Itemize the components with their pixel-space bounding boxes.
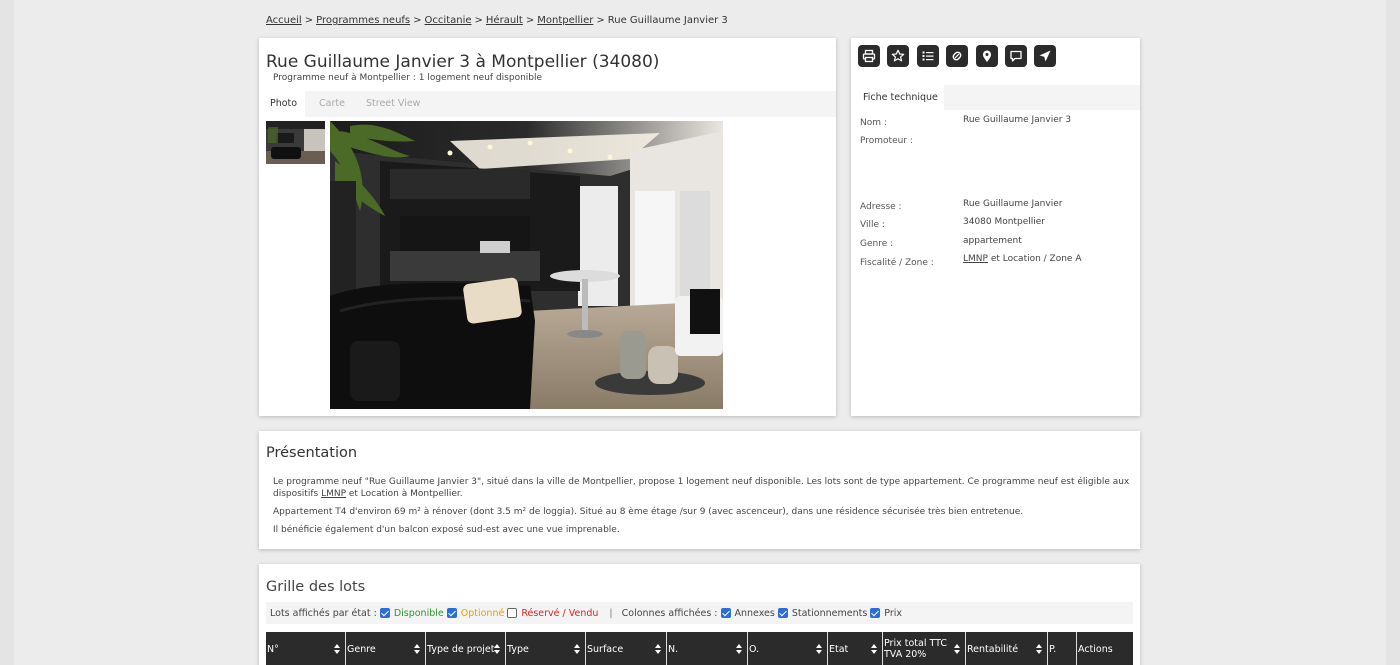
print-icon [862,49,876,63]
label-genre: Genre : [860,239,894,249]
presentation-title: Présentation [266,445,358,461]
main-photo[interactable] [330,121,723,409]
tab-street-view[interactable]: Street View [366,91,420,117]
presentation-lmnp-link[interactable]: LMNP [321,489,346,499]
label-promoteur: Promoteur : [860,136,913,146]
lmnp-link[interactable]: LMNP [963,254,988,264]
breadcrumb-occitanie[interactable]: Occitanie [425,15,472,26]
sort-icon [954,644,960,654]
label-prix: Prix [884,607,903,619]
filter-label: Lots affichés par état : [270,607,377,619]
presentation-section: Présentation Le programme neuf "Rue Guil… [259,431,1140,549]
side-panel: Fiche technique Nom : Rue Guillaume Janv… [851,38,1140,416]
label-stationnements: Stationnements [791,607,868,619]
value-fiscalite: LMNP et Location / Zone A [963,254,1082,264]
column-header-type[interactable]: Type [506,632,586,665]
map-pin-icon [983,50,991,62]
column-header-p[interactable]: P. [1048,632,1077,665]
label-adresse: Adresse : [860,202,902,212]
lots-table-header: N° Genre Type de projet Type Surface N. … [266,632,1133,665]
page-title: Rue Guillaume Janvier 3 à Montpellier (3… [266,52,660,72]
filter-bar: Lots affichés par état : Disponible Opti… [266,602,1133,624]
list-icon [922,51,934,61]
page-subtitle: Programme neuf à Montpellier : 1 logemen… [273,73,543,83]
comment-button[interactable] [1005,45,1027,67]
star-icon [891,49,905,62]
sort-icon [334,644,340,654]
checkbox-disponible[interactable] [379,608,390,618]
divider: | [609,607,613,619]
sort-icon [574,644,580,654]
lots-grid-section: Grille des lots Lots affichés par état :… [259,564,1140,665]
breadcrumb-montpellier[interactable]: Montpellier [537,15,593,26]
value-adresse: Rue Guillaume Janvier [963,199,1063,209]
sort-icon [871,644,877,654]
right-edge [1386,0,1400,665]
column-header-niveau[interactable]: N. [667,632,748,665]
left-edge [0,0,14,665]
label-disponible: Disponible [393,607,444,619]
column-header-prix-total[interactable]: Prix total TTC TVA 20% [883,632,966,665]
tab-carte[interactable]: Carte [319,91,345,117]
label-reserve: Réservé / Vendu [521,607,599,619]
side-tabs: Fiche technique [851,85,1140,110]
list-button[interactable] [917,45,939,67]
sort-icon [1036,644,1042,654]
tab-fiche-technique[interactable]: Fiche technique [851,85,944,110]
program-card: Rue Guillaume Janvier 3 à Montpellier (3… [259,38,836,416]
photo-thumbnail[interactable] [266,121,325,164]
checkbox-optionne[interactable] [446,608,457,618]
checkbox-prix[interactable] [870,608,881,618]
grid-title: Grille des lots [266,579,366,595]
breadcrumb-current: Rue Guillaume Janvier 3 [607,15,728,26]
checkbox-annexes[interactable] [720,608,731,618]
attachment-button[interactable] [946,45,968,67]
label-ville: Ville : [860,220,885,230]
value-nom: Rue Guillaume Janvier 3 [963,115,1072,125]
checkbox-stationnements[interactable] [777,608,788,618]
attachment-icon [952,51,962,61]
breadcrumb-herault[interactable]: Hérault [486,15,523,26]
print-button[interactable] [858,45,880,67]
sort-icon [494,644,500,654]
column-header-numero[interactable]: N° [266,632,346,665]
label-optionne: Optionné [460,607,505,619]
label-fiscalite: Fiscalité / Zone : [860,258,934,268]
presentation-body: Le programme neuf "Rue Guillaume Janvier… [273,476,1133,542]
column-header-type-projet[interactable]: Type de projet [426,632,506,665]
column-header-orientation[interactable]: O. [748,632,828,665]
favorite-button[interactable] [887,45,909,67]
sort-icon [816,644,822,654]
label-annexes: Annexes [734,607,775,619]
column-header-genre[interactable]: Genre [346,632,426,665]
breadcrumb-accueil[interactable]: Accueil [266,15,302,26]
sort-icon [414,644,420,654]
presentation-paragraph: Le programme neuf "Rue Guillaume Janvier… [273,477,1130,499]
presentation-paragraph: Il bénéficie également d'un balcon expos… [273,525,620,535]
columns-label: Colonnes affichées : [621,607,718,619]
media-tabs: Photo Carte Street View [259,91,836,117]
chat-icon [1010,50,1022,62]
map-button[interactable] [976,45,998,67]
value-ville: 34080 Montpellier [963,217,1045,227]
breadcrumb-programmes-neufs[interactable]: Programmes neufs [316,15,410,26]
sort-icon [736,644,742,654]
checkbox-reserve[interactable] [507,608,518,618]
column-header-rentabilite[interactable]: Rentabilité [966,632,1048,665]
column-header-actions: Actions [1078,643,1113,655]
column-header-surface[interactable]: Surface [586,632,667,665]
tab-photo[interactable]: Photo [259,91,305,117]
label-nom: Nom : [860,118,887,128]
send-icon [1039,50,1051,62]
send-button[interactable] [1034,45,1056,67]
column-header-etat[interactable]: Etat [828,632,883,665]
breadcrumb: Accueil > Programmes neufs > Occitanie > Hérau… [266,15,728,26]
value-genre: appartement [963,236,1022,246]
sort-icon [655,644,661,654]
presentation-paragraph: Appartement T4 d'environ 69 m² à rénover… [273,507,1024,517]
